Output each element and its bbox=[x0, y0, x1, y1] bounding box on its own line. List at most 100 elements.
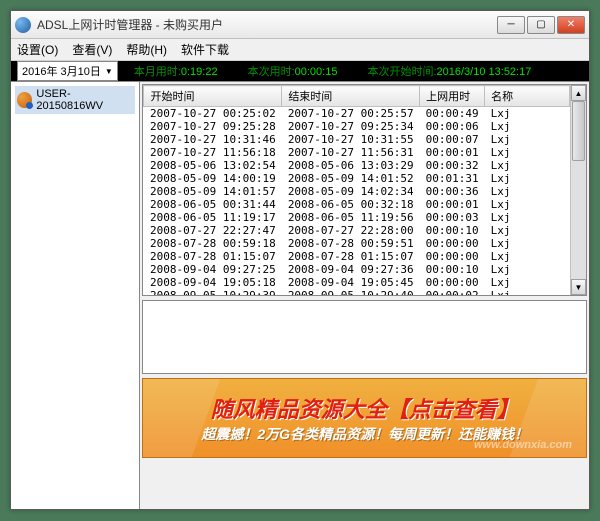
session-start: 本次开始时间:2016/3/10 13:52:17 bbox=[367, 63, 531, 79]
vertical-scrollbar[interactable]: ▲ ▼ bbox=[570, 85, 586, 295]
table-cell: 2008-06-05 11:19:56 bbox=[282, 211, 420, 224]
table-cell: 2008-09-04 19:05:45 bbox=[282, 276, 420, 289]
table-cell: 2007-10-27 09:25:34 bbox=[282, 120, 420, 133]
table-cell: 2008-09-04 09:27:25 bbox=[144, 263, 282, 276]
menu-help[interactable]: 帮助(H) bbox=[126, 41, 167, 58]
user-label: USER-20150816WV bbox=[36, 88, 133, 112]
watermark: www.downxia.com bbox=[474, 439, 572, 451]
table-cell: 2008-05-09 14:01:52 bbox=[282, 172, 420, 185]
table-cell: Lxj bbox=[485, 120, 570, 133]
table-cell: 00:00:03 bbox=[420, 211, 485, 224]
table-cell: 2008-07-28 01:15:07 bbox=[282, 250, 420, 263]
table-cell: 2008-06-05 00:31:44 bbox=[144, 198, 282, 211]
close-button[interactable]: ✕ bbox=[557, 16, 585, 34]
menu-download[interactable]: 软件下载 bbox=[181, 41, 229, 58]
minimize-button[interactable]: ─ bbox=[497, 16, 525, 34]
col-end[interactable]: 结束时间 bbox=[282, 86, 420, 107]
table-cell: 00:00:01 bbox=[420, 198, 485, 211]
banner-title: 随风精品资源大全【点击查看】 bbox=[211, 392, 519, 424]
table-row[interactable]: 2008-07-27 22:27:472008-07-27 22:28:0000… bbox=[144, 224, 570, 237]
user-tree-item[interactable]: USER-20150816WV bbox=[15, 86, 135, 114]
menu-view[interactable]: 查看(V) bbox=[72, 41, 112, 58]
table-row[interactable]: 2007-10-27 11:56:182007-10-27 11:56:3100… bbox=[144, 146, 570, 159]
window-title: ADSL上网计时管理器 - 未购买用户 bbox=[37, 16, 497, 33]
table-cell: Lxj bbox=[485, 224, 570, 237]
table-cell: 00:00:02 bbox=[420, 289, 485, 295]
table-cell: 2008-05-09 14:00:19 bbox=[144, 172, 282, 185]
user-icon bbox=[17, 92, 32, 108]
table-row[interactable]: 2007-10-27 00:25:022007-10-27 00:25:5700… bbox=[144, 107, 570, 121]
table-cell: 2007-10-27 11:56:31 bbox=[282, 146, 420, 159]
table-scroll: 开始时间 结束时间 上网用时 名称 2007-10-27 00:25:02200… bbox=[143, 85, 570, 295]
status-bar: 2016年 3月10日 ▼ 本月用时:0:19:22 本次用时:00:00:15… bbox=[11, 61, 589, 81]
scroll-down-button[interactable]: ▼ bbox=[571, 279, 586, 295]
session-usage: 本次用时:00:00:15 bbox=[248, 63, 338, 79]
table-cell: 2007-10-27 09:25:28 bbox=[144, 120, 282, 133]
table-cell: 2008-05-06 13:02:54 bbox=[144, 159, 282, 172]
table-cell: Lxj bbox=[485, 263, 570, 276]
table-row[interactable]: 2008-09-04 09:27:252008-09-04 09:27:3600… bbox=[144, 263, 570, 276]
table-header-row: 开始时间 结束时间 上网用时 名称 bbox=[144, 86, 570, 107]
table-cell: 00:00:01 bbox=[420, 146, 485, 159]
table-row[interactable]: 2008-06-05 11:19:172008-06-05 11:19:5600… bbox=[144, 211, 570, 224]
chevron-down-icon: ▼ bbox=[105, 67, 113, 76]
app-icon bbox=[15, 17, 31, 33]
table-cell: 2007-10-27 10:31:46 bbox=[144, 133, 282, 146]
main-window: ADSL上网计时管理器 - 未购买用户 ─ ▢ ✕ 设置(O) 查看(V) 帮助… bbox=[10, 10, 590, 510]
table-cell: 2008-09-05 10:29:39 bbox=[144, 289, 282, 295]
table-cell: 2008-09-05 10:29:40 bbox=[282, 289, 420, 295]
table-row[interactable]: 2008-07-28 01:15:072008-07-28 01:15:0700… bbox=[144, 250, 570, 263]
table-cell: 00:00:00 bbox=[420, 237, 485, 250]
date-picker[interactable]: 2016年 3月10日 ▼ bbox=[17, 61, 118, 81]
table-cell: Lxj bbox=[485, 198, 570, 211]
table-cell: 00:00:00 bbox=[420, 276, 485, 289]
table-row[interactable]: 2007-10-27 10:31:462007-10-27 10:31:5500… bbox=[144, 133, 570, 146]
menu-settings[interactable]: 设置(O) bbox=[17, 41, 58, 58]
table-cell: 00:00:06 bbox=[420, 120, 485, 133]
table-cell: 2008-07-28 00:59:18 bbox=[144, 237, 282, 250]
ad-banner[interactable]: 随风精品资源大全【点击查看】 超震撼！2万G各类精品资源！每周更新！还能赚钱！ … bbox=[142, 378, 587, 458]
table-cell: 2007-10-27 10:31:55 bbox=[282, 133, 420, 146]
table-cell: 00:00:10 bbox=[420, 224, 485, 237]
table-cell: Lxj bbox=[485, 159, 570, 172]
sidebar: USER-20150816WV bbox=[11, 82, 140, 509]
table-row[interactable]: 2008-05-09 14:01:572008-05-09 14:02:3400… bbox=[144, 185, 570, 198]
table-cell: 2008-07-28 01:15:07 bbox=[144, 250, 282, 263]
table-row[interactable]: 2008-05-09 14:00:192008-05-09 14:01:5200… bbox=[144, 172, 570, 185]
table-cell: Lxj bbox=[485, 289, 570, 295]
table-row[interactable]: 2008-06-05 00:31:442008-06-05 00:32:1800… bbox=[144, 198, 570, 211]
table-cell: Lxj bbox=[485, 185, 570, 198]
table-cell: 00:00:00 bbox=[420, 250, 485, 263]
maximize-button[interactable]: ▢ bbox=[527, 16, 555, 34]
main-area: USER-20150816WV 开始时间 结束时间 上网用时 名称 bbox=[11, 81, 589, 509]
table-row[interactable]: 2008-07-28 00:59:182008-07-28 00:59:5100… bbox=[144, 237, 570, 250]
scroll-up-button[interactable]: ▲ bbox=[571, 85, 586, 101]
scroll-thumb[interactable] bbox=[572, 101, 585, 161]
table-row[interactable]: 2007-10-27 09:25:282007-10-27 09:25:3400… bbox=[144, 120, 570, 133]
table-cell: Lxj bbox=[485, 250, 570, 263]
col-start[interactable]: 开始时间 bbox=[144, 86, 282, 107]
col-name[interactable]: 名称 bbox=[485, 86, 570, 107]
log-table-container: 开始时间 结束时间 上网用时 名称 2007-10-27 00:25:02200… bbox=[142, 84, 587, 296]
table-cell: 00:00:36 bbox=[420, 185, 485, 198]
table-row[interactable]: 2008-05-06 13:02:542008-05-06 13:03:2900… bbox=[144, 159, 570, 172]
table-row[interactable]: 2008-09-05 10:29:392008-09-05 10:29:4000… bbox=[144, 289, 570, 295]
table-cell: 2008-07-27 22:28:00 bbox=[282, 224, 420, 237]
table-cell: Lxj bbox=[485, 211, 570, 224]
menubar: 设置(O) 查看(V) 帮助(H) 软件下载 bbox=[11, 39, 589, 61]
table-row[interactable]: 2008-09-04 19:05:182008-09-04 19:05:4500… bbox=[144, 276, 570, 289]
table-cell: Lxj bbox=[485, 133, 570, 146]
table-cell: 2007-10-27 00:25:02 bbox=[144, 107, 282, 121]
log-table: 开始时间 结束时间 上网用时 名称 2007-10-27 00:25:02200… bbox=[143, 85, 570, 295]
content-area: 开始时间 结束时间 上网用时 名称 2007-10-27 00:25:02200… bbox=[140, 82, 589, 509]
table-cell: Lxj bbox=[485, 276, 570, 289]
table-cell: Lxj bbox=[485, 237, 570, 250]
date-value: 2016年 3月10日 bbox=[22, 63, 101, 79]
scroll-track[interactable] bbox=[571, 101, 586, 279]
table-cell: Lxj bbox=[485, 146, 570, 159]
titlebar[interactable]: ADSL上网计时管理器 - 未购买用户 ─ ▢ ✕ bbox=[11, 11, 589, 39]
table-cell: 2008-05-06 13:03:29 bbox=[282, 159, 420, 172]
month-usage: 本月用时:0:19:22 bbox=[134, 63, 218, 79]
table-cell: 2008-09-04 09:27:36 bbox=[282, 263, 420, 276]
col-duration[interactable]: 上网用时 bbox=[420, 86, 485, 107]
